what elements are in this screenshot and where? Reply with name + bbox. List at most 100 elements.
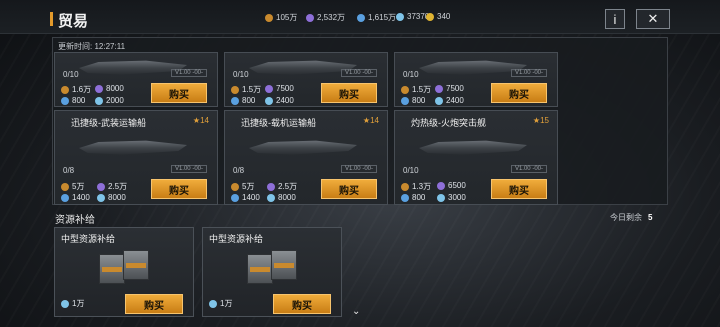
ore-icon — [61, 85, 69, 94]
supply-name: 中型资源补给 — [209, 234, 264, 244]
chip-icon — [267, 193, 275, 202]
cost-chip: 8000 — [267, 193, 296, 202]
cost-chip: 2400 — [265, 96, 294, 105]
version-tag: V1.00 -00- — [340, 165, 377, 173]
top-bar: 贸易 105万 2,532万 1,615万 37370 340 i ✕ — [0, 0, 720, 34]
cost-crystal: 2.5万 — [97, 181, 127, 192]
supply-card[interactable]: 中型资源补给 1万 购买 — [202, 227, 342, 317]
ship-image — [413, 129, 533, 165]
gas-icon — [357, 13, 365, 22]
gas-icon — [231, 193, 239, 202]
crystal-icon — [435, 84, 443, 93]
cost-chip: 2400 — [435, 96, 464, 105]
ore-icon — [61, 182, 69, 191]
ship-level: ★14 — [362, 116, 379, 125]
stock-count: 0/10 — [403, 70, 419, 79]
gold-icon — [426, 12, 434, 21]
resource-crystal: 2,532万 — [306, 12, 345, 23]
ore-icon — [231, 85, 239, 94]
gas-icon — [231, 96, 239, 105]
resource-gas-value: 1,615万 — [368, 13, 397, 22]
ship-image — [73, 49, 193, 85]
version-tag: V1.00 -00- — [510, 69, 547, 77]
info-button[interactable]: i — [605, 9, 625, 29]
cost-gas: 800 — [231, 96, 255, 105]
buy-button[interactable]: 购买 — [151, 83, 207, 103]
trade-card: 0/10 V1.00 -00- 1.5万 7500 800 2400 购买 — [224, 52, 388, 107]
chip-icon — [435, 96, 443, 105]
cost-crystal: 7500 — [265, 84, 294, 93]
cost-ore: 5万 — [61, 181, 84, 192]
gas-icon — [61, 193, 69, 202]
title-accent — [50, 12, 53, 26]
supply-cost: 1万 — [61, 298, 84, 309]
cost-gas: 1400 — [61, 193, 90, 202]
cost-gas: 800 — [401, 96, 425, 105]
resource-chip: 37370 — [396, 12, 429, 21]
ore-icon — [401, 182, 409, 191]
crystal-icon — [265, 84, 273, 93]
cost-gas: 800 — [61, 96, 85, 105]
resource-gold: 340 — [426, 12, 450, 21]
resource-crystal-value: 2,532万 — [317, 13, 346, 22]
ore-icon — [231, 182, 239, 191]
crystal-icon — [97, 182, 105, 191]
version-tag: V1.00 -00- — [170, 165, 207, 173]
buy-button[interactable]: 购买 — [273, 294, 331, 314]
chip-icon — [61, 299, 69, 308]
buy-button[interactable]: 购买 — [125, 294, 183, 314]
chip-icon — [209, 299, 217, 308]
resource-ore: 105万 — [265, 12, 297, 23]
gas-icon — [401, 193, 409, 202]
ship-level: ★14 — [192, 116, 209, 125]
supply-cost: 1万 — [209, 298, 232, 309]
ship-image — [413, 49, 533, 85]
cost-ore: 1.5万 — [401, 84, 431, 95]
cost-ore: 5万 — [231, 181, 254, 192]
cost-ore: 1.5万 — [231, 84, 261, 95]
version-tag: V1.00 -00- — [510, 165, 547, 173]
cost-gas: 800 — [401, 193, 425, 202]
cost-ore: 1.3万 — [401, 181, 431, 192]
version-tag: V1.00 -00- — [170, 69, 207, 77]
ship-card[interactable]: 灼热级-火炮突击舰 ★15 0/10 V1.00 -00- 1.3万 6500 … — [394, 110, 558, 205]
resource-ore-value: 105万 — [276, 13, 298, 22]
scroll-down-icon[interactable]: ⌄ — [352, 306, 360, 317]
buy-button[interactable]: 购买 — [321, 83, 377, 103]
ship-image — [243, 49, 363, 85]
version-tag: V1.00 -00- — [340, 69, 377, 77]
chip-icon — [265, 96, 273, 105]
ship-image — [243, 129, 363, 165]
daily-remaining-count: 5 — [648, 213, 653, 222]
cost-ore: 1.6万 — [61, 84, 91, 95]
ship-level: ★15 — [532, 116, 549, 125]
ship-name: 迅捷级-武装运输船 — [71, 118, 146, 128]
ship-name: 灼热级-火炮突击舰 — [411, 118, 486, 128]
stock-count: 0/10 — [63, 70, 79, 79]
stock-count: 0/8 — [233, 166, 245, 175]
buy-button[interactable]: 购买 — [491, 83, 547, 103]
crystal-icon — [267, 182, 275, 191]
resource-gold-value: 340 — [437, 12, 451, 21]
crate-icon — [247, 250, 301, 284]
ship-card[interactable]: 迅捷级-武装运输船 ★14 0/8 V1.00 -00- 5万 2.5万 140… — [54, 110, 218, 205]
ore-icon — [401, 85, 409, 94]
cost-crystal: 2.5万 — [267, 181, 297, 192]
stock-count: 0/8 — [63, 166, 75, 175]
cost-chip: 3000 — [437, 193, 466, 202]
gas-icon — [61, 96, 69, 105]
chip-icon — [95, 96, 103, 105]
chip-icon — [437, 193, 445, 202]
ore-icon — [265, 13, 273, 22]
crystal-icon — [95, 84, 103, 93]
buy-button[interactable]: 购买 — [321, 179, 377, 199]
ship-card[interactable]: 迅捷级-载机运输船 ★14 0/8 V1.00 -00- 5万 2.5万 140… — [224, 110, 388, 205]
supply-card[interactable]: 中型资源补给 1万 购买 — [54, 227, 194, 317]
buy-button[interactable]: 购买 — [491, 179, 547, 199]
cost-crystal: 8000 — [95, 84, 124, 93]
cost-chip: 2000 — [95, 96, 124, 105]
crystal-icon — [306, 13, 314, 22]
buy-button[interactable]: 购买 — [151, 179, 207, 199]
close-button[interactable]: ✕ — [636, 9, 670, 29]
chip-icon — [396, 12, 404, 21]
